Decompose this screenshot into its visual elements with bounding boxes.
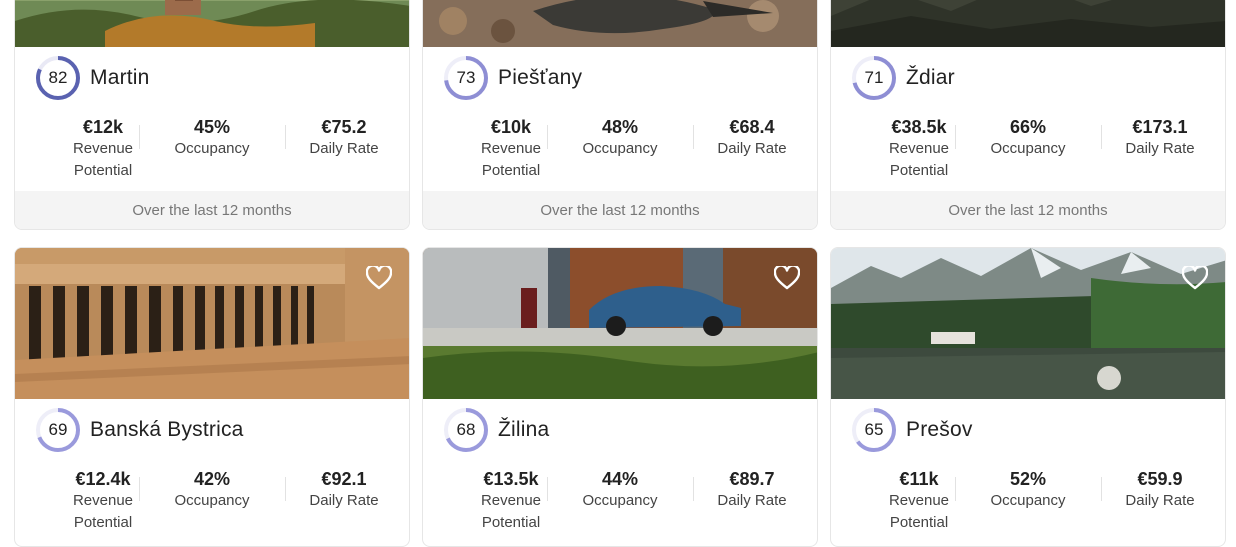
occupancy-label: Occupancy <box>990 492 1066 509</box>
listing-card-presov[interactable]: 65 Prešov €11k Revenue Potential 52% Occup… <box>830 247 1226 547</box>
city-name[interactable]: Ždiar <box>906 66 955 90</box>
score-value: 82 <box>48 68 68 87</box>
favorite-heart-icon[interactable] <box>1181 264 1209 292</box>
score-value: 73 <box>456 68 476 87</box>
daily-rate-value: €92.1 <box>321 469 367 489</box>
favorite-heart-icon[interactable] <box>773 264 801 292</box>
revenue-label: Revenue Potential <box>480 492 542 531</box>
occupancy-label: Occupancy <box>582 492 658 509</box>
score-ring: 71 <box>851 55 897 101</box>
city-name[interactable]: Prešov <box>906 418 973 442</box>
daily-rate-value: €173.1 <box>1132 117 1188 137</box>
listing-photo <box>423 0 817 47</box>
occupancy-value: 52% <box>1009 469 1047 489</box>
listing-photo <box>831 248 1225 399</box>
daily-rate-label: Daily Rate <box>717 492 787 509</box>
listing-card-banska-bystrica[interactable]: 69 Banská Bystrica €12.4k Revenue Potenti… <box>14 247 410 547</box>
occupancy-value: 44% <box>601 469 639 489</box>
daily-rate-label: Daily Rate <box>309 140 379 157</box>
revenue-label: Revenue Potential <box>72 140 134 179</box>
revenue-label: Revenue Potential <box>888 492 950 531</box>
listing-photo <box>15 248 409 399</box>
listing-card-piestany[interactable]: 73 Piešťany €10k Revenue Potential 48% Occ… <box>422 0 818 230</box>
listing-card-martin[interactable]: 82 Martin €12k Revenue Potential 45% Occup… <box>14 0 410 230</box>
score-ring: 68 <box>443 407 489 453</box>
period-footer: Over the last 12 months <box>15 191 409 229</box>
city-name[interactable]: Žilina <box>498 418 549 442</box>
daily-rate-label: Daily Rate <box>309 492 379 509</box>
score-ring: 65 <box>851 407 897 453</box>
city-name[interactable]: Martin <box>90 66 150 90</box>
listing-photo <box>423 248 817 399</box>
occupancy-label: Occupancy <box>990 140 1066 157</box>
occupancy-label: Occupancy <box>174 140 250 157</box>
listing-card-zilina[interactable]: 68 Žilina €13.5k Revenue Potential 44% Occ… <box>422 247 818 547</box>
revenue-label: Revenue Potential <box>72 492 134 531</box>
occupancy-value: 42% <box>193 469 231 489</box>
score-value: 71 <box>864 68 884 87</box>
daily-rate-label: Daily Rate <box>1125 492 1195 509</box>
listing-card-zdiar[interactable]: 71 Ždiar €38.5k Revenue Potential 66% Occu… <box>830 0 1226 230</box>
score-ring: 69 <box>35 407 81 453</box>
daily-rate-label: Daily Rate <box>717 140 787 157</box>
city-name[interactable]: Piešťany <box>498 66 582 90</box>
listing-photo <box>831 0 1225 47</box>
period-footer: Over the last 12 months <box>831 191 1225 229</box>
score-ring: 73 <box>443 55 489 101</box>
favorite-heart-icon[interactable] <box>365 264 393 292</box>
daily-rate-value: €68.4 <box>729 117 775 137</box>
daily-rate-value: €59.9 <box>1137 469 1183 489</box>
occupancy-value: 66% <box>1009 117 1047 137</box>
daily-rate-value: €75.2 <box>321 117 367 137</box>
occupancy-label: Occupancy <box>174 492 250 509</box>
daily-rate-label: Daily Rate <box>1125 140 1195 157</box>
occupancy-value: 48% <box>601 117 639 137</box>
listing-photo <box>15 0 409 47</box>
period-footer: Over the last 12 months <box>423 191 817 229</box>
occupancy-value: 45% <box>193 117 231 137</box>
city-name[interactable]: Banská Bystrica <box>90 418 244 442</box>
score-value: 65 <box>864 420 884 439</box>
revenue-label: Revenue Potential <box>888 140 950 179</box>
revenue-label: Revenue Potential <box>480 140 542 179</box>
score-ring: 82 <box>35 55 81 101</box>
occupancy-label: Occupancy <box>582 140 658 157</box>
daily-rate-value: €89.7 <box>729 469 775 489</box>
score-value: 68 <box>456 420 476 439</box>
score-value: 69 <box>48 420 68 439</box>
